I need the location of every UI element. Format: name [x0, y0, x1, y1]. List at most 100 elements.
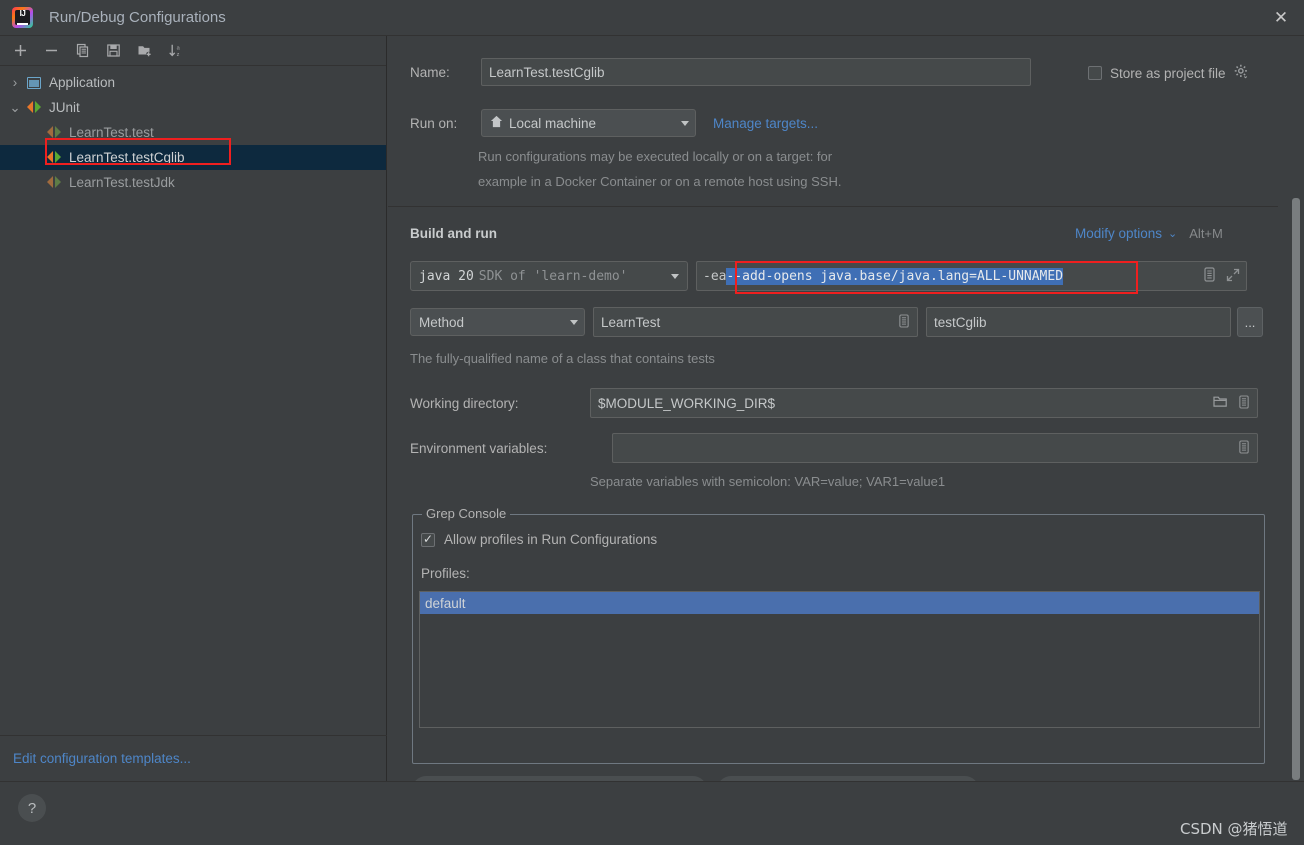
- chevron-down-icon[interactable]: ⌄: [6, 100, 24, 116]
- sdk-and-vm-options-row: java 20 SDK of 'learn-demo' -ea --add-op…: [410, 261, 1247, 291]
- environment-variables-input[interactable]: [612, 433, 1258, 463]
- manage-targets-link[interactable]: Manage targets...: [713, 116, 818, 131]
- working-directory-value: $MODULE_WORKING_DIR$: [598, 395, 776, 411]
- test-class-input[interactable]: LearnTest: [593, 307, 918, 337]
- tree-item-label: Application: [49, 75, 116, 90]
- tree-item-label: LearnTest.testJdk: [69, 175, 175, 190]
- tree-item-learntest-testcglib[interactable]: LearnTest.testCglib: [0, 145, 386, 170]
- dialog-footer: ? OK Cancel Apply: [0, 781, 1304, 845]
- help-button[interactable]: ?: [18, 794, 46, 822]
- junit-icon: [44, 176, 64, 189]
- grep-console-group: Grep Console Allow profiles in Run Confi…: [412, 506, 1265, 764]
- test-method-input[interactable]: testCglib: [926, 307, 1231, 337]
- name-input[interactable]: [481, 58, 1031, 86]
- sdk-secondary-label: SDK of 'learn-demo': [478, 268, 628, 284]
- csdn-watermark: CSDN @猪悟道: [1180, 820, 1288, 838]
- sdk-primary-label: java 20: [419, 268, 474, 284]
- allow-profiles-checkbox[interactable]: [421, 532, 435, 547]
- profiles-label-row: Profiles:: [421, 566, 470, 581]
- tree-item-label: LearnTest.test: [69, 125, 154, 140]
- test-kind-dropdown[interactable]: Method: [410, 308, 585, 336]
- profiles-label: Profiles:: [421, 566, 470, 581]
- allow-profiles-label: Allow profiles in Run Configurations: [444, 532, 658, 547]
- test-method-value: testCglib: [934, 314, 987, 330]
- vm-options-input[interactable]: -ea --add-opens java.base/java.lang=ALL-…: [696, 261, 1247, 291]
- home-icon: [490, 115, 503, 131]
- main-panel-scrollbar[interactable]: [1292, 198, 1300, 780]
- test-kind-value: Method: [419, 314, 465, 330]
- add-configuration-button[interactable]: [7, 39, 34, 63]
- configurations-tree: › Application ⌄ JUnit LearnTest.test Lea…: [0, 66, 386, 195]
- jre-dropdown[interactable]: java 20 SDK of 'learn-demo': [410, 261, 688, 291]
- build-and-run-header: Build and run: [410, 226, 497, 241]
- modify-options-row: Modify options ⌄ Alt+M: [1075, 226, 1223, 241]
- browse-method-button[interactable]: ...: [1237, 307, 1263, 337]
- remove-configuration-button[interactable]: [38, 39, 65, 63]
- tree-item-junit[interactable]: ⌄ JUnit: [0, 95, 386, 120]
- sidebar-footer: Edit configuration templates...: [0, 735, 387, 781]
- macro-list-icon[interactable]: [1203, 267, 1216, 285]
- section-divider: [388, 206, 1278, 207]
- run-debug-configurations-dialog: IJ Run/Debug Configurations ✕ a z › Appl…: [0, 0, 1304, 845]
- working-directory-input[interactable]: $MODULE_WORKING_DIR$: [590, 388, 1258, 418]
- macro-list-icon[interactable]: [1238, 394, 1250, 412]
- sort-az-icon[interactable]: a z: [162, 39, 189, 63]
- svg-text:z: z: [176, 52, 179, 58]
- modify-options-link[interactable]: Modify options: [1075, 226, 1162, 241]
- store-as-project-file-label: Store as project file: [1110, 65, 1226, 81]
- vm-options-prefix: -ea: [703, 268, 727, 284]
- environment-variables-hint: Separate variables with semicolon: VAR=v…: [590, 474, 946, 489]
- chevron-down-icon[interactable]: [570, 319, 578, 325]
- configuration-editor-panel: Name: Store as project file Run on:: [388, 36, 1304, 781]
- chevron-down-icon[interactable]: ⌄: [1168, 227, 1177, 240]
- copy-configuration-icon[interactable]: [69, 39, 96, 63]
- sidebar-toolbar: a z: [0, 36, 386, 66]
- run-on-label: Run on:: [410, 115, 458, 131]
- macro-list-icon[interactable]: [898, 313, 910, 331]
- macro-list-icon[interactable]: [1238, 439, 1250, 457]
- tree-item-label: JUnit: [49, 100, 80, 115]
- list-item[interactable]: default: [420, 592, 1259, 614]
- chevron-down-icon[interactable]: [671, 273, 679, 279]
- configurations-sidebar: a z › Application ⌄ JUnit LearnTest.test…: [0, 36, 387, 781]
- tree-item-label: LearnTest.testCglib: [69, 150, 185, 165]
- test-class-hint: The fully-qualified name of a class that…: [410, 351, 715, 366]
- environment-variables-row: Environment variables:: [410, 433, 1258, 463]
- gear-icon[interactable]: [1234, 64, 1249, 82]
- folder-icon[interactable]: [1213, 395, 1228, 411]
- run-on-dropdown[interactable]: Local machine: [481, 109, 696, 137]
- run-on-row: Run on: Local machine Manage targets...: [410, 109, 818, 137]
- tree-item-learntest-testjdk[interactable]: LearnTest.testJdk: [0, 170, 386, 195]
- run-on-hint-line1: Run configurations may be executed local…: [478, 149, 833, 164]
- junit-icon: [44, 126, 64, 139]
- vm-options-selected-text[interactable]: --add-opens java.base/java.lang=ALL-UNNA…: [726, 267, 1064, 285]
- name-row: Name:: [410, 58, 1031, 86]
- store-as-project-file-row: Store as project file: [1088, 64, 1249, 82]
- new-folder-icon[interactable]: [131, 39, 158, 63]
- save-configuration-icon[interactable]: [100, 39, 127, 63]
- chevron-down-icon[interactable]: [681, 120, 689, 126]
- tree-item-learntest-test[interactable]: LearnTest.test: [0, 120, 386, 145]
- junit-icon: [44, 151, 64, 164]
- test-class-value: LearnTest: [601, 314, 661, 330]
- grep-console-title: Grep Console: [422, 506, 511, 521]
- close-icon[interactable]: ✕: [1258, 0, 1304, 35]
- store-as-project-file-checkbox[interactable]: [1088, 66, 1102, 80]
- working-directory-row: Working directory: $MODULE_WORKING_DIR$: [410, 388, 1258, 418]
- profiles-list[interactable]: default: [419, 591, 1260, 728]
- chevron-right-icon[interactable]: ›: [6, 75, 24, 90]
- window-title: Run/Debug Configurations: [49, 9, 226, 26]
- name-label: Name:: [410, 64, 450, 80]
- run-on-hint-line2: example in a Docker Container or on a re…: [478, 174, 842, 189]
- class-hint-row: The fully-qualified name of a class that…: [410, 351, 715, 366]
- intellij-idea-logo-icon: IJ: [12, 7, 33, 28]
- tree-item-application[interactable]: › Application: [0, 70, 386, 95]
- edit-configuration-templates-link[interactable]: Edit configuration templates...: [13, 751, 191, 766]
- title-bar: IJ Run/Debug Configurations ✕: [0, 0, 1304, 36]
- environment-variables-hint-row: Separate variables with semicolon: VAR=v…: [590, 474, 945, 489]
- build-and-run-title: Build and run: [410, 226, 497, 241]
- expand-icon[interactable]: [1226, 268, 1240, 285]
- working-directory-label: Working directory:: [410, 395, 519, 411]
- allow-profiles-row: Allow profiles in Run Configurations: [421, 532, 657, 547]
- run-on-value: Local machine: [509, 115, 597, 131]
